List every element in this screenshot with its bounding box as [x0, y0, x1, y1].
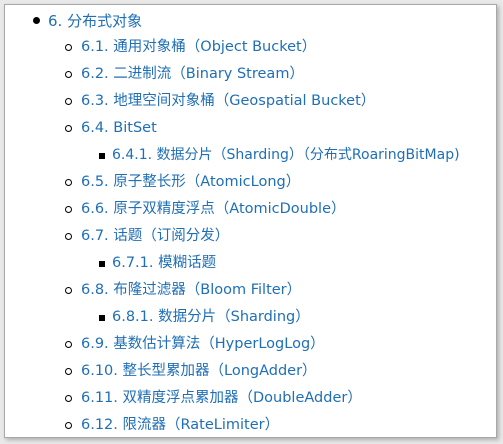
toc-link-6-4-1[interactable]: 6.4.1. 数据分片（Sharding）（分布式RoaringBitMap)	[112, 147, 460, 163]
toc-link-6-2[interactable]: 6.2. 二进制流（Binary Stream）	[81, 66, 304, 82]
toc-link-6-8[interactable]: 6.8. 布隆过滤器（Bloom Filter）	[81, 282, 301, 298]
toc-link-6[interactable]: 6. 分布式对象	[48, 12, 142, 30]
toc-link-6-3[interactable]: 6.3. 地理空间对象桶（Geospatial Bucket）	[81, 93, 375, 109]
toc-item-6-11: 6.11. 双精度浮点累加器（DoubleAdder）	[5, 385, 496, 412]
bullet-square-icon	[99, 153, 105, 159]
toc-item-6-8: 6.8. 布隆过滤器（Bloom Filter）	[5, 277, 496, 304]
toc-item-6-5: 6.5. 原子整长形（AtomicLong）	[5, 169, 496, 196]
toc-link-6-8-1[interactable]: 6.8.1. 数据分片（Sharding）	[112, 309, 310, 325]
bullet-circle-icon	[65, 287, 72, 294]
bullet-circle-icon	[65, 233, 72, 240]
bullet-disc-icon	[33, 17, 40, 24]
bullet-circle-icon	[65, 44, 72, 51]
bullet-circle-icon	[65, 125, 72, 132]
toc-item-6-1: 6.1. 通用对象桶（Object Bucket）	[5, 34, 496, 61]
toc-item-6-7: 6.7. 话题（订阅分发）	[5, 223, 496, 250]
toc-item-6-2: 6.2. 二进制流（Binary Stream）	[5, 61, 496, 88]
toc-item-6-9: 6.9. 基数估计算法（HyperLogLog）	[5, 331, 496, 358]
toc-item-6-6: 6.6. 原子双精度浮点（AtomicDouble）	[5, 196, 496, 223]
toc-link-6-1[interactable]: 6.1. 通用对象桶（Object Bucket）	[81, 39, 316, 55]
toc-item-6-10: 6.10. 整长型累加器（LongAdder）	[5, 358, 496, 385]
bullet-circle-icon	[65, 368, 72, 375]
bullet-circle-icon	[65, 71, 72, 78]
toc-item-6-3: 6.3. 地理空间对象桶（Geospatial Bucket）	[5, 88, 496, 115]
toc-link-6-11[interactable]: 6.11. 双精度浮点累加器（DoubleAdder）	[81, 390, 362, 406]
toc-item-6-7-1: 6.7.1. 模糊话题	[5, 250, 496, 277]
bullet-circle-icon	[65, 341, 72, 348]
bullet-square-icon	[99, 315, 105, 321]
bullet-circle-icon	[65, 422, 72, 429]
bullet-circle-icon	[65, 98, 72, 105]
bullet-circle-icon	[65, 179, 72, 186]
toc-link-6-4[interactable]: 6.4. BitSet	[81, 120, 157, 136]
toc-item-6-8-1: 6.8.1. 数据分片（Sharding）	[5, 304, 496, 331]
table-of-contents: 6. 分布式对象 6.1. 通用对象桶（Object Bucket） 6.2. …	[5, 8, 496, 437]
bullet-circle-icon	[65, 395, 72, 402]
toc-item-6-4-1: 6.4.1. 数据分片（Sharding）（分布式RoaringBitMap)	[5, 142, 496, 169]
toc-link-6-12[interactable]: 6.12. 限流器（RateLimiter）	[81, 417, 279, 433]
toc-item-6-12: 6.12. 限流器（RateLimiter）	[5, 412, 496, 437]
bullet-square-icon	[99, 261, 105, 267]
toc-link-6-7-1[interactable]: 6.7.1. 模糊话题	[112, 255, 216, 271]
toc-link-6-6[interactable]: 6.6. 原子双精度浮点（AtomicDouble）	[81, 201, 346, 217]
toc-link-6-10[interactable]: 6.10. 整长型累加器（LongAdder）	[81, 363, 317, 379]
document-frame: 6. 分布式对象 6.1. 通用对象桶（Object Bucket） 6.2. …	[4, 4, 497, 438]
toc-link-6-7[interactable]: 6.7. 话题（订阅分发）	[81, 228, 229, 244]
toc-link-6-9[interactable]: 6.9. 基数估计算法（HyperLogLog）	[81, 336, 325, 352]
toc-item-6-4: 6.4. BitSet	[5, 115, 496, 142]
toc-item-6: 6. 分布式对象	[5, 8, 496, 34]
toc-link-6-5[interactable]: 6.5. 原子整长形（AtomicLong）	[81, 174, 300, 190]
bullet-circle-icon	[65, 206, 72, 213]
